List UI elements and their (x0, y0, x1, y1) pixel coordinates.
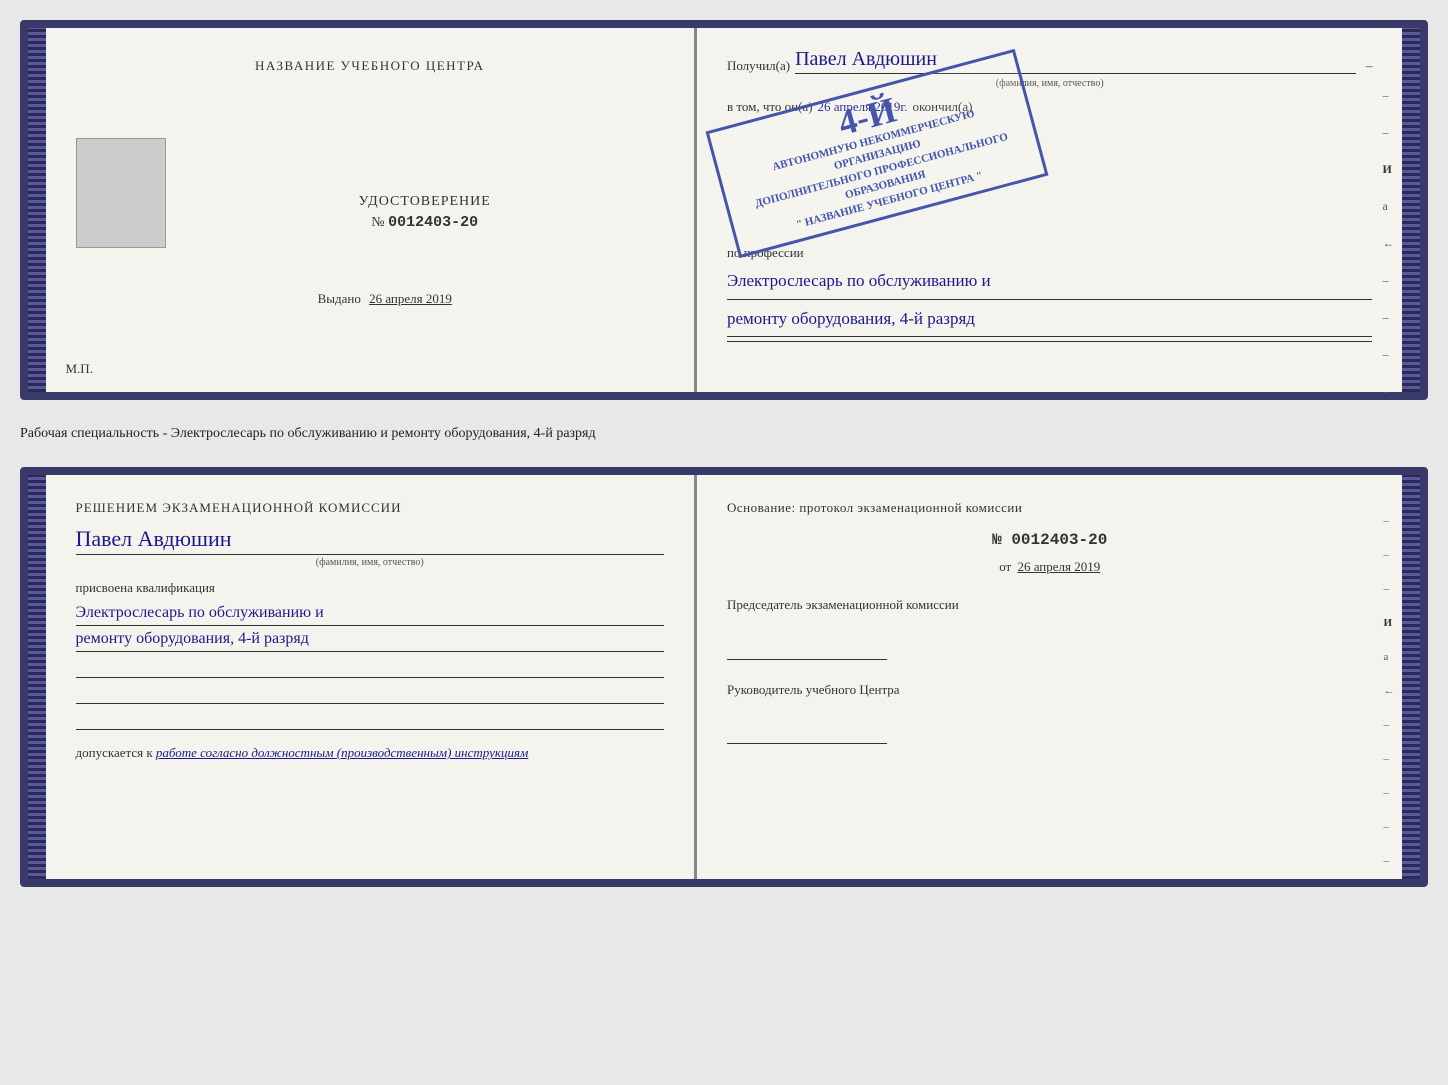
predsedatel-label: Председатель экзаменационной комиссии (727, 595, 1373, 615)
mp-label: М.П. (66, 361, 93, 377)
bottom-document: Решением экзаменационной комиссии Павел … (20, 467, 1428, 887)
dopuskaetsya-text: работе согласно должностным (производств… (156, 745, 528, 760)
profession-line2-bottom: ремонту оборудования, 4-й разряд (76, 630, 664, 652)
prisvoena-label: присвоена квалификация (76, 580, 664, 596)
page-container: НАЗВАНИЕ УЧЕБНОГО ЦЕНТРА УДОСТОВЕРЕНИЕ №… (20, 20, 1428, 887)
spine-right-top (1402, 28, 1420, 392)
poluchil-label: Получил(a) (727, 58, 790, 74)
name-subtitle-bottom: (фамилия, имя, отчество) (76, 557, 664, 568)
ot-prefix: от (999, 559, 1011, 574)
number-prefix: № (371, 215, 384, 230)
middle-text: Рабочая специальность - Электрослесарь п… (20, 418, 1428, 449)
blank-line-1 (76, 656, 664, 678)
dopuskaetsya-label: допускается к (76, 745, 153, 760)
predsedatel-block: Председатель экзаменационной комиссии (727, 595, 1373, 660)
vydano-line: Выдано 26 апреля 2019 (318, 291, 452, 307)
doc-bottom-right: Основание: протокол экзаменационной коми… (697, 475, 1403, 879)
doc-bottom-left: Решением экзаменационной комиссии Павел … (46, 475, 697, 879)
spine-left-bottom (28, 475, 46, 879)
right-dashes-top: – – И а ← – – – – (1382, 88, 1394, 399)
blank-line-2 (76, 682, 664, 704)
photo-placeholder (76, 138, 166, 248)
protocol-number-value: 0012403-20 (1011, 531, 1107, 549)
vydano-date: 26 апреля 2019 (369, 291, 452, 306)
rukovoditel-block: Руководитель учебного Центра (727, 680, 1373, 745)
recipient-name-top: Павел Авдюшин (795, 48, 1356, 74)
recipient-name-bottom: Павел Авдюшин (76, 526, 664, 555)
profession-line1-top: Электрослесарь по обслуживанию и ремонту… (727, 266, 1373, 342)
predsedatel-signature-line (727, 640, 887, 660)
udostoverenie-block: УДОСТОВЕРЕНИЕ № 0012403-20 (359, 194, 491, 231)
po-professii-block: по профессии Электрослесарь по обслужива… (727, 245, 1373, 342)
right-dashes-bottom: – – – И а ← – – – – – (1383, 515, 1394, 867)
po-professii-label: по профессии (727, 245, 1373, 261)
rukovoditel-label: Руководитель учебного Центра (727, 680, 1373, 700)
resheniem-title: Решением экзаменационной комиссии (76, 500, 664, 516)
name-subtitle-top: (фамилия, имя, отчество) (727, 78, 1373, 89)
spine-right-bottom (1402, 475, 1420, 879)
certificate-number: 0012403-20 (388, 214, 478, 231)
rukovoditel-signature-line (727, 724, 887, 744)
spine-left-top (28, 28, 46, 392)
ot-date: 26 апреля 2019 (1017, 559, 1100, 574)
number-prefix-bottom: № (992, 531, 1002, 549)
blank-line-3 (76, 708, 664, 730)
doc-left-top: НАЗВАНИЕ УЧЕБНОГО ЦЕНТРА УДОСТОВЕРЕНИЕ №… (46, 28, 697, 392)
vydano-label: Выдано (318, 291, 361, 306)
center-title-top: НАЗВАНИЕ УЧЕБНОГО ЦЕНТРА (255, 58, 484, 74)
protocol-number: № 0012403-20 (727, 531, 1373, 549)
dopuskaetsya-block: допускается к работе согласно должностны… (76, 745, 664, 761)
udostoverenie-number: № 0012403-20 (359, 214, 491, 231)
top-document: НАЗВАНИЕ УЧЕБНОГО ЦЕНТРА УДОСТОВЕРЕНИЕ №… (20, 20, 1428, 400)
osnovanie-title: Основание: протокол экзаменационной коми… (727, 500, 1373, 516)
udostoverenie-label: УДОСТОВЕРЕНИЕ (359, 194, 491, 210)
doc-right-top: Получил(a) Павел Авдюшин – (фамилия, имя… (697, 28, 1403, 392)
profession-line1-bottom: Электрослесарь по обслуживанию и (76, 604, 664, 626)
ot-line: от 26 апреля 2019 (727, 559, 1373, 575)
poluchil-line: Получил(a) Павел Авдюшин – (727, 48, 1373, 74)
